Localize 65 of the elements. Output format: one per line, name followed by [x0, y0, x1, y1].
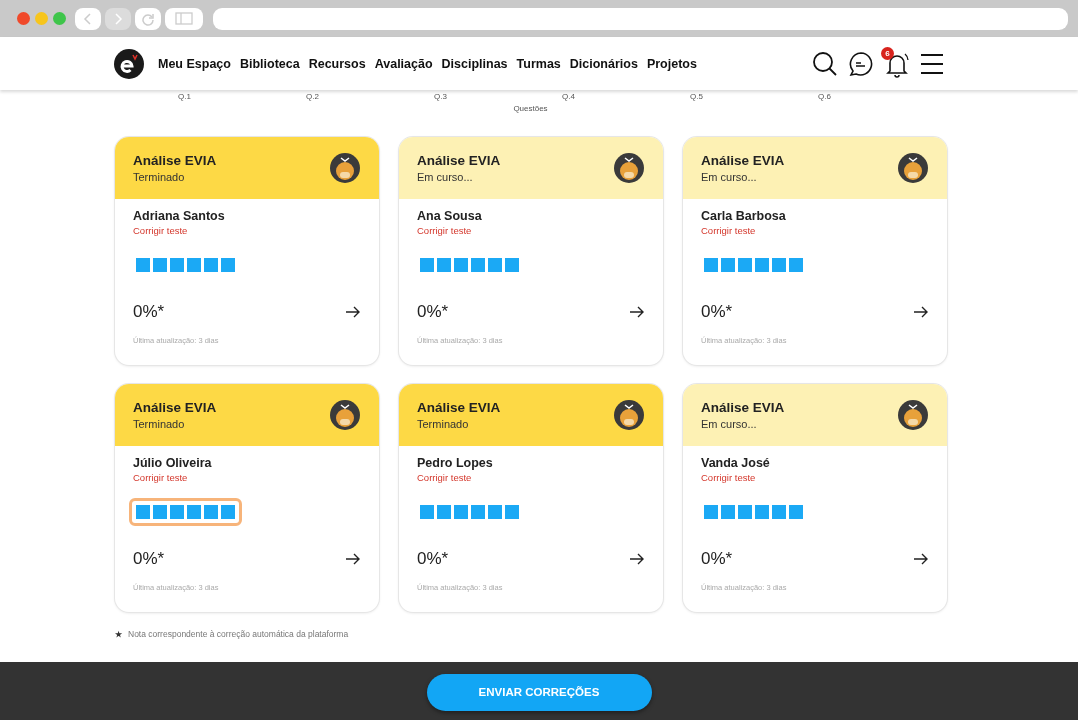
card-title: Análise EVIA [417, 400, 501, 415]
student-name: Carla Barbosa [701, 209, 787, 223]
arrow-right-icon[interactable] [345, 553, 361, 565]
card-title: Análise EVIA [701, 153, 785, 168]
arrow-right-icon[interactable] [345, 306, 361, 318]
avatar-icon [329, 399, 361, 431]
axis-label: Questões [512, 104, 549, 113]
correct-test-link[interactable]: Corrigir teste [133, 472, 361, 483]
avatar-icon [329, 152, 361, 184]
card-title: Análise EVIA [133, 400, 217, 415]
axis-tick-label: Q.2 [306, 92, 320, 102]
student-name: Ana Sousa [417, 209, 483, 223]
nav-link[interactable]: Meu Espaço [158, 56, 231, 71]
score-text: 0%* [417, 302, 449, 322]
address-field[interactable] [213, 7, 1068, 30]
card-title: Análise EVIA [133, 153, 217, 168]
footnote-text: Nota correspondente à correção automática da plataforma [128, 629, 349, 639]
axis-tick-label: Q.6 [818, 92, 832, 102]
nav-link[interactable]: Dicionários [569, 56, 638, 71]
chat-icon[interactable] [848, 50, 874, 77]
student-name: Júlio Oliveira [133, 456, 213, 470]
arrow-right-icon[interactable] [913, 306, 929, 318]
avatar-icon [613, 152, 645, 184]
arrow-right-icon[interactable] [913, 553, 929, 565]
nav-link[interactable]: Biblioteca [239, 56, 300, 71]
axis-tick-label: Q.1 [178, 92, 192, 102]
nav-link[interactable]: Disciplinas [441, 56, 508, 71]
student-name: Pedro Lopes [417, 456, 494, 470]
correct-test-link[interactable]: Corrigir teste [417, 225, 645, 236]
score-text: 0%* [133, 549, 165, 569]
status-label: Em curso... [701, 418, 758, 430]
correct-test-link[interactable]: Corrigir teste [133, 225, 361, 236]
arrow-right-icon[interactable] [629, 553, 645, 565]
student-name: Vanda José [701, 456, 771, 470]
menu-icon[interactable] [920, 52, 944, 75]
correct-test-link[interactable]: Corrigir teste [417, 472, 645, 483]
status-label: Em curso... [701, 171, 758, 183]
axis-tick-label: Q.5 [690, 92, 704, 102]
correct-test-link[interactable]: Corrigir teste [701, 472, 929, 483]
score-text: 0%* [133, 302, 165, 322]
arrow-right-icon[interactable] [629, 306, 645, 318]
avatar-icon [897, 152, 929, 184]
nav-link[interactable]: Turmas [516, 56, 561, 71]
correct-test-link[interactable]: Corrigir teste [701, 225, 929, 236]
logo-icon[interactable] [114, 48, 144, 79]
status-label: Terminado [133, 171, 186, 183]
score-text: 0%* [701, 549, 733, 569]
axis-tick-label: Q.3 [434, 92, 448, 102]
score-text: 0%* [417, 549, 449, 569]
nav-link[interactable]: Avaliação [374, 56, 433, 71]
status-label: Terminado [133, 418, 186, 430]
score-text: 0%* [701, 302, 733, 322]
status-label: Em curso... [417, 171, 474, 183]
search-icon[interactable] [812, 50, 838, 77]
nav-link[interactable]: Projetos [646, 56, 697, 71]
card-title: Análise EVIA [417, 153, 501, 168]
nav-link[interactable]: Recursos [308, 56, 366, 71]
notification-badge: 6 [881, 46, 894, 60]
card-title: Análise EVIA [701, 400, 785, 415]
axis-tick-label: Q.4 [562, 92, 576, 102]
status-label: Terminado [417, 418, 470, 430]
footnote-mark: ★ [115, 629, 122, 639]
student-name: Adriana Santos [133, 209, 226, 223]
avatar-icon [613, 399, 645, 431]
avatar-icon [897, 399, 929, 431]
